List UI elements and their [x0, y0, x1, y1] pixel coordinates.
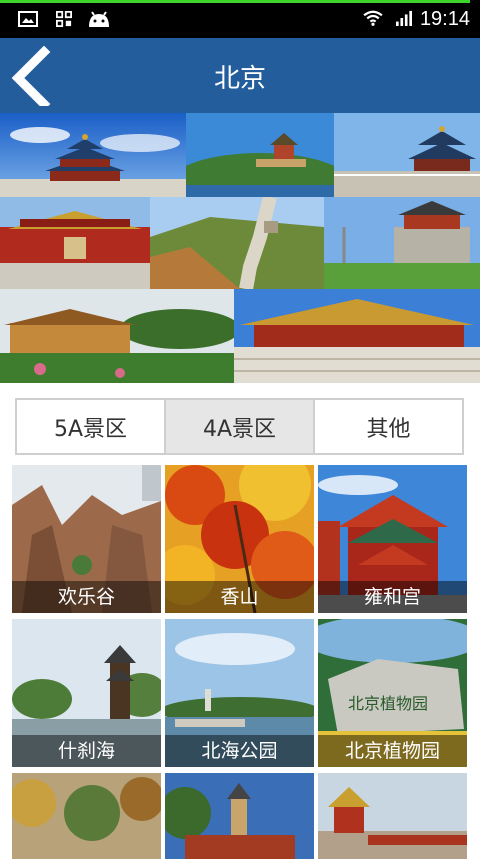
corner-tower-photo [318, 773, 467, 859]
attraction-card-corner-tower[interactable] [318, 773, 467, 859]
autumn-trees-photo [12, 773, 161, 859]
temple-of-heaven-photo [0, 113, 186, 197]
tab-5a[interactable]: 5A景区 [17, 400, 166, 453]
stone-inscription: 北京植物园 [348, 694, 428, 713]
forbidden-city-hall-photo [234, 289, 480, 383]
city-photo-collage [0, 113, 480, 383]
wifi-icon [363, 10, 383, 26]
attraction-card-happy-valley[interactable]: 欢乐谷 [12, 465, 161, 613]
gallery-notification-icon [18, 11, 38, 27]
signal-icon [396, 10, 412, 26]
android-icon [89, 11, 109, 27]
attraction-card-lama-temple[interactable]: 雍和宫 [318, 465, 467, 613]
attraction-card-pagoda[interactable] [165, 773, 314, 859]
temple-altar-photo [334, 113, 480, 197]
attraction-name: 香山 [165, 581, 314, 613]
summer-palace-photo [186, 113, 334, 197]
category-tabs: 5A景区 4A景区 其他 [15, 398, 464, 455]
clock: 19:14 [419, 8, 470, 30]
attraction-card-autumn-trees[interactable] [12, 773, 161, 859]
tiananmen-photo [0, 197, 150, 289]
attraction-card-shichahai[interactable]: 什刹海 [12, 619, 161, 767]
status-bar: 19:14 [0, 0, 480, 38]
attraction-card-beihai-park[interactable]: 北海公园 [165, 619, 314, 767]
great-wall-photo [150, 197, 324, 289]
attraction-card-fragrant-hills[interactable]: 香山 [165, 465, 314, 613]
progress-indicator [0, 0, 470, 3]
attraction-card-botanical-garden[interactable]: 北京植物园 北京植物园 [318, 619, 467, 767]
attraction-name: 北京植物园 [318, 735, 467, 767]
tab-4a[interactable]: 4A景区 [166, 400, 315, 453]
lotus-pavilion-photo [0, 289, 234, 383]
page-title: 北京 [213, 64, 266, 94]
app-bar: 北京 [0, 38, 480, 113]
attraction-name: 欢乐谷 [12, 581, 161, 613]
tab-other[interactable]: 其他 [315, 400, 462, 453]
attraction-name: 什刹海 [12, 735, 161, 767]
grid-app-icon [56, 11, 72, 27]
gate-tower-photo [324, 197, 480, 289]
attraction-name: 雍和宫 [318, 581, 467, 613]
attraction-name: 北海公园 [165, 735, 314, 767]
pagoda-photo [165, 773, 314, 859]
